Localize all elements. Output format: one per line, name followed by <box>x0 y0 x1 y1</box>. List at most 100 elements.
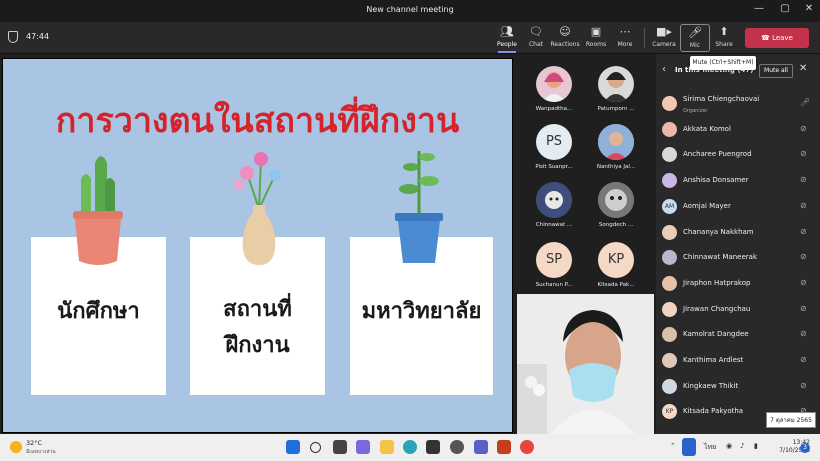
participant-row[interactable]: Kingkaew Thikit ⊘ <box>656 375 820 400</box>
participant-tile[interactable]: SP Suchanun P... <box>524 234 584 292</box>
card-text: มหาวิทยาลัย <box>361 299 482 324</box>
participant-name: Kamolrat Dangdee <box>683 330 749 339</box>
meeting-toolbar: 47:44 👥︎ People 🗨︎ Chat ☺ Reactions ▣ Ro… <box>0 22 820 54</box>
participant-name: Wanpadtha... <box>535 106 573 112</box>
participant-tile[interactable]: Chinnawat ... <box>524 174 584 232</box>
participant-row[interactable]: AM Aomjai Mayer ⊘ <box>656 195 820 220</box>
participant-name: Suchanun P... <box>535 282 573 288</box>
mic-off-icon[interactable]: ⊘ <box>800 355 807 364</box>
mic-off-icon[interactable]: ⊘ <box>800 201 807 210</box>
camera-button[interactable]: ■▸ Camera <box>649 24 679 52</box>
reactions-label: Reactions <box>550 41 580 48</box>
participant-name: Kitsada Pakyotha <box>683 407 744 416</box>
minimize-button[interactable]: — <box>750 3 768 14</box>
close-icon[interactable]: ✕ <box>799 63 807 74</box>
mic-off-icon[interactable]: ⊘ <box>800 278 807 287</box>
participant-row[interactable]: Jirawan Changchau ⊘ <box>656 298 820 323</box>
close-window-button[interactable]: ✕ <box>800 3 818 14</box>
file-explorer-icon[interactable] <box>380 440 394 454</box>
chrome-icon[interactable] <box>520 440 534 454</box>
reactions-icon: ☺ <box>559 25 571 38</box>
participant-tile[interactable]: PS Pisit Suanpr... <box>524 116 584 174</box>
participant-tile[interactable]: Wanpadtha... <box>524 58 584 116</box>
rooms-label: Rooms <box>585 41 607 48</box>
avatar <box>536 66 572 102</box>
start-icon[interactable] <box>286 440 300 454</box>
mic-off-icon[interactable]: ⊘ <box>800 304 807 313</box>
participant-row[interactable]: Jiraphon Hatprakop ⊘ <box>656 272 820 297</box>
powerpoint-icon[interactable] <box>497 440 511 454</box>
participant-row[interactable]: Kanthima Ardlest ⊘ <box>656 349 820 374</box>
participant-name: Patumporn ... <box>597 106 635 112</box>
chat-button[interactable]: 🗨︎ Chat <box>521 24 551 52</box>
edge-icon[interactable] <box>403 440 417 454</box>
more-label: More <box>617 41 633 48</box>
chevron-up-icon[interactable]: ⌃ <box>670 442 676 450</box>
participant-name: Kingkaew Thikit <box>683 381 739 390</box>
participant-row[interactable]: Kamolrat Dangdee ⊘ <box>656 323 820 348</box>
participant-avatar <box>662 250 677 266</box>
participant-row[interactable]: Ancharee Puengrod ⊘ <box>656 143 820 168</box>
speaker-icon[interactable]: ♪ <box>740 442 744 450</box>
more-button[interactable]: ⋯ More <box>610 24 640 52</box>
language-indicator[interactable]: ไทย <box>704 442 716 453</box>
avatar <box>598 182 634 218</box>
participant-row[interactable]: Chinnawat Maneerak ⊘ <box>656 246 820 271</box>
search-icon[interactable] <box>310 442 321 453</box>
participant-row[interactable]: Sirima Chiengchaovai Organizer 🎤︎ <box>656 92 820 117</box>
participant-tile[interactable]: Patumporn ... <box>586 58 646 116</box>
mic-button[interactable]: 🎤︎ Mic <box>680 24 710 52</box>
mic-off-icon[interactable]: ⊘ <box>800 252 807 261</box>
notification-badge[interactable]: 3 <box>800 443 810 453</box>
participant-tile[interactable]: Songdech ... <box>586 174 646 232</box>
mic-tooltip: Mute (Ctrl+Shift+M) <box>690 56 756 70</box>
participant-name: Chinnawat ... <box>535 222 573 228</box>
mic-label: Mic <box>689 42 701 49</box>
rooms-icon: ▣ <box>590 25 602 38</box>
mic-off-icon[interactable]: ⊘ <box>800 149 807 158</box>
participant-row[interactable]: Anshisa Donsamer ⊘ <box>656 169 820 194</box>
mic-off-icon[interactable]: ⊘ <box>800 124 807 133</box>
participant-avatar: KP <box>662 404 677 420</box>
toolbar-divider <box>644 28 645 48</box>
leave-button[interactable]: ☎ Leave <box>745 28 809 48</box>
chat-app-icon[interactable] <box>356 440 370 454</box>
participant-name: Songdech ... <box>598 222 634 228</box>
mic-off-icon[interactable]: ⊘ <box>800 175 807 184</box>
participant-row[interactable]: Akkata Komol ⊘ <box>656 118 820 143</box>
people-button[interactable]: 👥︎ People <box>492 24 522 53</box>
avatar <box>598 66 634 102</box>
wifi-icon[interactable]: ◉ <box>726 442 732 450</box>
card-text: นักศึกษา <box>57 299 140 324</box>
mic-icon[interactable]: 🎤︎ <box>800 98 810 107</box>
mic-off-icon[interactable]: ⊘ <box>800 381 807 390</box>
participant-row[interactable]: Chananya Nakkham ⊘ <box>656 221 820 246</box>
participant-name: Chinnawat Maneerak <box>683 253 758 262</box>
windows-taskbar: 32°C มีเมฆบางส่วน ⌃ ไทย ◉ ♪ ▮ 13:42 7/10… <box>0 434 820 461</box>
mic-off-icon[interactable]: ⊘ <box>800 227 807 236</box>
mic-off-icon[interactable]: ⊘ <box>800 329 807 338</box>
leave-label: Leave <box>772 34 793 42</box>
mic-tray-icon[interactable] <box>682 438 696 456</box>
participant-tile[interactable]: Nanthiya Jal... <box>586 116 646 174</box>
share-icon: ⬆ <box>719 25 729 38</box>
participant-tile[interactable]: KP Kitsada Pak... <box>586 234 646 292</box>
task-view-icon[interactable] <box>333 440 347 454</box>
participant-name: Aomjai Mayer <box>683 201 731 210</box>
participant-name: Sirima Chiengchaovai <box>683 95 760 103</box>
mute-all-button[interactable]: Mute all <box>759 64 793 78</box>
camera-icon: ■▸ <box>656 25 672 38</box>
share-button[interactable]: ⬆ Share <box>709 24 739 52</box>
participant-avatar <box>662 301 677 317</box>
avatar-initials: KP <box>598 242 634 278</box>
back-arrow-icon[interactable]: ‹ <box>662 64 666 75</box>
maximize-button[interactable]: ▢ <box>776 3 794 14</box>
dell-icon[interactable] <box>450 440 464 454</box>
teams-icon[interactable] <box>474 440 488 454</box>
rooms-button[interactable]: ▣ Rooms <box>581 24 611 52</box>
battery-icon[interactable]: ▮ <box>754 442 758 450</box>
store-icon[interactable] <box>426 440 440 454</box>
reactions-button[interactable]: ☺ Reactions <box>550 24 580 52</box>
slide-title: การวางตนในสถานที่ฝึกงาน <box>55 101 460 141</box>
participant-avatar <box>662 353 677 368</box>
